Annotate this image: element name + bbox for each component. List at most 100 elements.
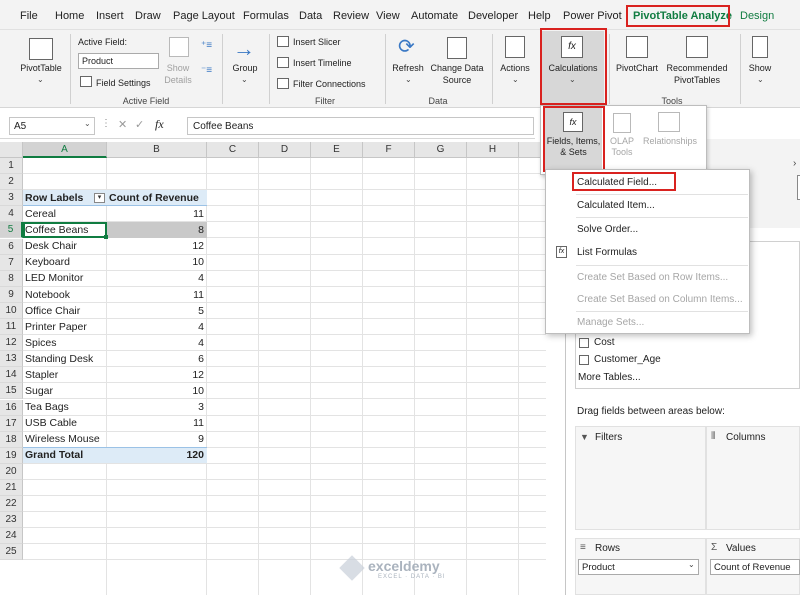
tab-view[interactable]: View <box>376 10 400 22</box>
row-header[interactable]: 22 <box>0 496 23 513</box>
pivot-row-value[interactable]: 9 <box>107 431 207 447</box>
pivot-row-value[interactable]: 3 <box>107 399 207 415</box>
field-item-customer-age[interactable]: Customer_Age <box>594 354 661 365</box>
cancel-icon[interactable]: ✕ <box>118 118 127 131</box>
menu-item-solve-order[interactable]: Solve Order... <box>577 224 638 235</box>
formula-input[interactable]: Coffee Beans <box>187 117 534 135</box>
column-header-h[interactable]: H <box>467 142 519 158</box>
pivot-row-value[interactable]: 4 <box>107 335 207 351</box>
menu-item-create-set-column[interactable]: Create Set Based on Column Items... <box>577 294 743 305</box>
column-header-e[interactable]: E <box>311 142 363 158</box>
field-checkbox-customer-age[interactable] <box>579 355 589 365</box>
change-data-source-button[interactable]: Change Data Source <box>428 62 486 86</box>
group-arrow-icon[interactable]: → <box>233 38 255 60</box>
show-details-button[interactable]: Show Details <box>160 62 196 86</box>
enter-icon[interactable]: ✓ <box>135 118 144 131</box>
row-header[interactable]: 15 <box>0 383 23 400</box>
tab-formulas[interactable]: Formulas <box>243 10 289 22</box>
collapse-field-icon[interactable]: ⁻≡ <box>201 65 212 76</box>
row-header[interactable]: 18 <box>0 431 23 448</box>
olap-tools-button[interactable]: OLAP Tools <box>604 136 640 158</box>
tab-power-pivot[interactable]: Power Pivot <box>563 10 622 22</box>
column-header-d[interactable]: D <box>259 142 311 158</box>
pivot-row-label[interactable]: Coffee Beans <box>23 222 107 238</box>
actions-icon[interactable] <box>505 36 525 58</box>
tab-page-layout[interactable]: Page Layout <box>173 10 235 22</box>
row-header[interactable]: 11 <box>0 319 23 335</box>
menu-item-calculated-item[interactable]: Calculated Item... <box>577 200 655 211</box>
row-header[interactable]: 16 <box>0 399 23 416</box>
group-button[interactable]: Group <box>226 62 264 74</box>
pivot-row-label[interactable]: Printer Paper <box>23 319 107 335</box>
insert-timeline-button[interactable]: Insert Timeline <box>293 58 352 68</box>
pivot-row-value[interactable]: 10 <box>107 383 207 399</box>
pivot-row-value[interactable]: 5 <box>107 303 207 319</box>
pivot-row-label[interactable]: Stapler <box>23 367 107 383</box>
field-settings-button[interactable]: Field Settings <box>96 78 151 88</box>
pivot-row-value[interactable]: 11 <box>107 287 207 303</box>
grand-total-label[interactable]: Grand Total <box>23 447 107 463</box>
tab-draw[interactable]: Draw <box>135 10 161 22</box>
actions-button[interactable]: Actions <box>495 62 535 74</box>
row-header[interactable]: 9 <box>0 286 23 303</box>
tab-pivottable-analyze[interactable]: PivotTable Analyze <box>633 10 732 22</box>
show-icon[interactable] <box>752 36 768 58</box>
more-tables-link[interactable]: More Tables... <box>578 372 641 383</box>
column-header-c[interactable]: C <box>207 142 259 158</box>
recommended-pivottables-icon[interactable] <box>686 36 708 58</box>
active-field-input[interactable]: Product <box>78 53 159 69</box>
row-header[interactable]: 12 <box>0 335 23 352</box>
menu-item-create-set-row[interactable]: Create Set Based on Row Items... <box>577 272 728 283</box>
insert-function-button[interactable]: fx <box>155 117 164 132</box>
row-header[interactable]: 4 <box>0 206 23 223</box>
expand-field-icon[interactable]: ⁺≡ <box>201 40 212 51</box>
chevron-down-icon[interactable]: ⌄ <box>688 560 695 569</box>
refresh-icon[interactable]: ⟳ <box>398 35 415 59</box>
pivot-row-label[interactable]: USB Cable <box>23 415 107 431</box>
insert-slicer-button[interactable]: Insert Slicer <box>293 37 341 47</box>
tab-help[interactable]: Help <box>528 10 551 22</box>
row-header[interactable]: 1 <box>0 158 23 174</box>
field-item-cost[interactable]: Cost <box>594 337 615 348</box>
pivot-row-label[interactable]: Standing Desk <box>23 351 107 367</box>
tab-developer[interactable]: Developer <box>468 10 518 22</box>
name-box[interactable]: A5 <box>9 117 95 135</box>
pivottable-icon[interactable] <box>29 38 53 60</box>
grand-total-value[interactable]: 120 <box>107 447 207 463</box>
row-header[interactable]: 5 <box>0 222 23 239</box>
menu-item-manage-sets[interactable]: Manage Sets... <box>577 317 644 328</box>
pivot-row-label[interactable]: Sugar <box>23 383 107 399</box>
pivottable-button[interactable]: PivotTable <box>14 62 68 74</box>
refresh-button[interactable]: Refresh <box>388 62 428 74</box>
select-all-corner[interactable] <box>0 142 23 158</box>
row-header[interactable]: 23 <box>0 512 23 529</box>
pivot-row-label[interactable]: Office Chair <box>23 303 107 319</box>
filter-connections-button[interactable]: Filter Connections <box>293 79 366 89</box>
tab-data[interactable]: Data <box>299 10 322 22</box>
column-header-a[interactable]: A <box>23 142 107 158</box>
pivotchart-button[interactable]: PivotChart <box>612 62 662 74</box>
tab-file[interactable]: File <box>20 10 38 22</box>
pivot-row-value[interactable]: 4 <box>107 319 207 335</box>
show-button[interactable]: Show <box>744 62 776 74</box>
change-data-source-icon[interactable] <box>447 37 467 59</box>
row-header[interactable]: 10 <box>0 302 23 319</box>
relationships-button[interactable]: Relationships <box>640 136 700 147</box>
pivot-row-label[interactable]: Desk Chair <box>23 238 107 254</box>
pivot-row-value[interactable]: 12 <box>107 367 207 383</box>
menu-item-calculated-field[interactable]: Calculated Field... <box>577 177 657 188</box>
row-header[interactable]: 19 <box>0 447 23 464</box>
pivot-row-value[interactable]: 4 <box>107 270 207 286</box>
row-header[interactable]: 8 <box>0 270 23 287</box>
filter-dropdown-icon[interactable]: ▾ <box>94 193 105 203</box>
field-checkbox-cost[interactable] <box>579 338 589 348</box>
pivotchart-icon[interactable] <box>626 36 648 58</box>
pivot-row-label[interactable]: LED Monitor <box>23 270 107 286</box>
pivot-row-label[interactable]: Cereal <box>23 206 107 222</box>
values-item-count-of-revenue[interactable]: Count of Revenue <box>710 559 800 575</box>
count-of-revenue-header[interactable]: Count of Revenue <box>107 190 207 206</box>
tab-home[interactable]: Home <box>55 10 84 22</box>
row-header[interactable]: 13 <box>0 351 23 368</box>
pivot-row-value[interactable]: 10 <box>107 254 207 270</box>
pivot-row-value[interactable]: 8 <box>107 222 207 239</box>
